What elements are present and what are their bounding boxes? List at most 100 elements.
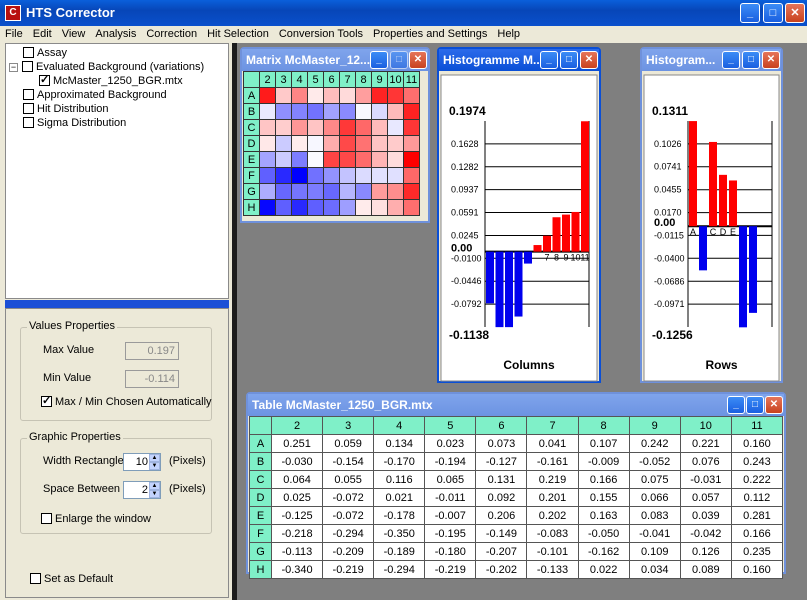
heat-cell[interactable] xyxy=(403,87,420,104)
minimize-button[interactable]: _ xyxy=(540,51,558,69)
table-cell[interactable]: -0.178 xyxy=(373,506,426,525)
table-cell[interactable]: -0.294 xyxy=(322,524,375,543)
table-cell[interactable]: -0.041 xyxy=(628,524,681,543)
table-cell[interactable]: -0.162 xyxy=(577,542,630,561)
width-rectangles-stepper[interactable]: 10 ▲ ▼ xyxy=(123,453,161,471)
table-cell[interactable]: 0.201 xyxy=(526,488,579,507)
heat-cell[interactable] xyxy=(387,119,404,136)
table-cell[interactable]: 0.112 xyxy=(730,488,784,507)
table-cell[interactable]: 0.116 xyxy=(373,470,426,489)
heat-cell[interactable] xyxy=(339,135,356,152)
heat-cell[interactable] xyxy=(307,135,324,152)
heat-cell[interactable] xyxy=(339,103,356,120)
histogram-rows-title[interactable]: Histogram... xyxy=(642,49,781,71)
grid-col-header[interactable]: 9 xyxy=(371,71,388,88)
table-cell[interactable]: -0.207 xyxy=(475,542,528,561)
heat-cell[interactable] xyxy=(323,135,340,152)
table-cell[interactable]: -0.127 xyxy=(475,452,528,471)
table-cell[interactable]: 0.131 xyxy=(475,470,528,489)
grid-row-header[interactable]: H xyxy=(243,199,260,216)
heat-cell[interactable] xyxy=(387,103,404,120)
table-cell[interactable]: 0.242 xyxy=(628,434,681,453)
grid-row-header[interactable]: E xyxy=(243,151,260,168)
table-cell[interactable]: 0.126 xyxy=(679,542,732,561)
table-cell[interactable]: 0.022 xyxy=(577,560,630,579)
tree-checkbox[interactable] xyxy=(23,89,34,100)
heat-cell[interactable] xyxy=(259,119,276,136)
table-col-header[interactable]: 4 xyxy=(373,416,426,435)
heat-cell[interactable] xyxy=(387,167,404,184)
table-cell[interactable]: 0.235 xyxy=(730,542,784,561)
tree-item-sigma-distribution[interactable]: Sigma Distribution xyxy=(23,116,126,130)
table-cell[interactable]: 0.222 xyxy=(730,470,784,489)
heat-cell[interactable] xyxy=(355,119,372,136)
table-cell[interactable]: 0.075 xyxy=(628,470,681,489)
tree-item-assay[interactable]: Assay xyxy=(23,46,67,60)
table-cell[interactable]: 0.057 xyxy=(679,488,732,507)
heat-cell[interactable] xyxy=(355,151,372,168)
heat-cell[interactable] xyxy=(307,167,324,184)
table-cell[interactable]: -0.189 xyxy=(373,542,426,561)
table-cell[interactable]: 0.089 xyxy=(679,560,732,579)
table-cell[interactable]: 0.202 xyxy=(526,506,579,525)
table-cell[interactable]: 0.023 xyxy=(424,434,477,453)
heat-cell[interactable] xyxy=(275,167,292,184)
histogram-rows-window[interactable]: Histogram... _ □ ✕ 0.1311 0.1026 0.0741 0.0… xyxy=(640,47,783,383)
heat-cell[interactable] xyxy=(339,151,356,168)
grid-row-header[interactable]: B xyxy=(243,103,260,120)
minimize-button[interactable]: _ xyxy=(727,396,745,414)
heat-cell[interactable] xyxy=(371,119,388,136)
heat-cell[interactable] xyxy=(259,103,276,120)
table-cell[interactable]: -0.294 xyxy=(373,560,426,579)
set-default-checkbox[interactable] xyxy=(30,573,41,584)
table-cell[interactable]: 0.251 xyxy=(270,434,324,453)
table-cell[interactable]: 0.025 xyxy=(270,488,324,507)
heat-cell[interactable] xyxy=(339,87,356,104)
table-cell[interactable]: -0.101 xyxy=(526,542,579,561)
table-row-header[interactable]: H xyxy=(249,560,272,579)
heat-cell[interactable] xyxy=(275,119,292,136)
table-cell[interactable]: -0.180 xyxy=(424,542,477,561)
histogram-columns-window[interactable]: Histogramme M... _ □ ✕ 0.1974 0.1628 0.128… xyxy=(437,47,601,383)
menu-view[interactable]: View xyxy=(57,26,91,42)
heat-cell[interactable] xyxy=(371,167,388,184)
heat-cell[interactable] xyxy=(275,199,292,216)
heat-cell[interactable] xyxy=(387,199,404,216)
heat-cell[interactable] xyxy=(259,167,276,184)
heat-cell[interactable] xyxy=(307,199,324,216)
heat-cell[interactable] xyxy=(323,167,340,184)
table-cell[interactable]: 0.243 xyxy=(730,452,784,471)
table-cell[interactable]: -0.042 xyxy=(679,524,732,543)
close-button[interactable]: ✕ xyxy=(785,3,805,23)
table-row-header[interactable]: G xyxy=(249,542,272,561)
table-row-header[interactable]: F xyxy=(249,524,272,543)
table-cell[interactable]: 0.221 xyxy=(679,434,732,453)
heat-cell[interactable] xyxy=(355,183,372,200)
table-cell[interactable]: 0.163 xyxy=(577,506,630,525)
heat-cell[interactable] xyxy=(307,151,324,168)
grid-col-header[interactable]: 10 xyxy=(387,71,404,88)
menu-conversion-tools[interactable]: Conversion Tools xyxy=(274,26,368,42)
close-button[interactable]: ✕ xyxy=(762,51,780,69)
tree-checkbox[interactable] xyxy=(22,61,33,72)
table-cell[interactable]: 0.092 xyxy=(475,488,528,507)
table-cell[interactable]: 0.109 xyxy=(628,542,681,561)
table-cell[interactable]: 0.219 xyxy=(526,470,579,489)
maximize-button[interactable]: □ xyxy=(763,3,783,23)
table-row-header[interactable]: E xyxy=(249,506,272,525)
heat-cell[interactable] xyxy=(387,183,404,200)
heat-cell[interactable] xyxy=(275,103,292,120)
table-cell[interactable]: -0.009 xyxy=(577,452,630,471)
heat-cell[interactable] xyxy=(371,135,388,152)
table-col-header[interactable]: 3 xyxy=(322,416,375,435)
table-cell[interactable]: -0.031 xyxy=(679,470,732,489)
heat-cell[interactable] xyxy=(275,151,292,168)
minimize-button[interactable]: _ xyxy=(740,3,760,23)
grid-row-header[interactable]: C xyxy=(243,119,260,136)
table-cell[interactable]: -0.072 xyxy=(322,506,375,525)
table-cell[interactable]: 0.059 xyxy=(322,434,375,453)
heat-cell[interactable] xyxy=(291,103,308,120)
heat-cell[interactable] xyxy=(323,199,340,216)
heat-cell[interactable] xyxy=(355,135,372,152)
heat-cell[interactable] xyxy=(339,199,356,216)
